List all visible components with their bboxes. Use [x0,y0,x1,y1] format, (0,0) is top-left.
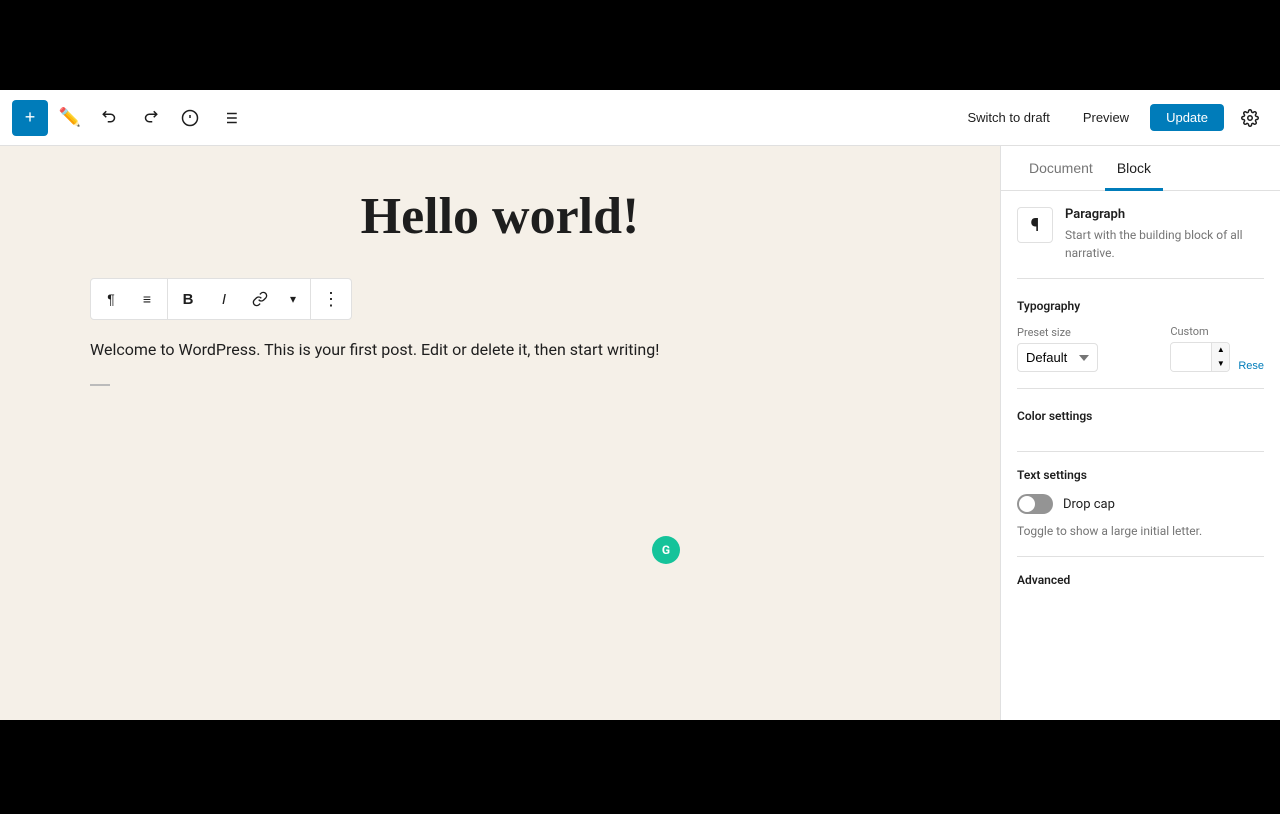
font-size-left: Preset size Default Small Normal Medium … [1017,326,1162,372]
main-layout: Hello world! ¶ ≡ B I [0,146,1280,720]
custom-size-input[interactable] [1171,344,1211,371]
redo-icon [141,109,159,127]
preset-size-select[interactable]: Default Small Normal Medium Large [1017,343,1098,372]
drop-cap-row: Drop cap [1017,494,1264,514]
update-button[interactable]: Update [1150,104,1224,131]
format-group-paragraph: ¶ ≡ [91,279,168,319]
advanced-section: Advanced [1017,573,1264,587]
spin-down-button[interactable]: ▼ [1212,357,1229,371]
chevron-down-icon: ▾ [290,292,296,306]
bold-button[interactable]: B [170,281,206,317]
info-icon [181,109,199,127]
font-size-right: Custom ▲ ▼ Rese [1170,325,1264,372]
settings-button[interactable] [1232,100,1268,136]
sidebar-content: ¶ Paragraph Start with the building bloc… [1001,191,1280,619]
block-info-description: Start with the building block of all nar… [1065,226,1264,262]
format-group-more: ⋮ [311,279,351,319]
tab-block[interactable]: Block [1105,146,1163,191]
toolbar-left: + ✏️ [12,100,951,136]
add-block-line [90,384,110,386]
custom-size-input-wrap: ▲ ▼ [1170,342,1230,372]
reset-size-button[interactable]: Rese [1238,360,1264,372]
format-group-text: B I ▾ [168,279,311,319]
link-button[interactable] [242,281,278,317]
add-block-button[interactable]: + [12,100,48,136]
custom-size-spin: ▲ ▼ [1211,343,1229,371]
block-icon: ¶ [1017,207,1053,243]
sidebar: Document Block ¶ Paragraph Start with th… [1000,146,1280,720]
align-icon: ≡ [143,291,151,307]
editor-area[interactable]: Hello world! ¶ ≡ B I [0,146,1000,720]
format-toolbar: ¶ ≡ B I ▾ [90,278,352,320]
tab-document[interactable]: Document [1017,146,1105,191]
top-black-bar [0,0,1280,90]
link-icon [252,291,268,307]
paragraph-icon: ¶ [107,291,115,307]
list-icon [221,109,239,127]
tools-icon: ✏️ [59,107,81,128]
drop-cap-toggle[interactable] [1017,494,1053,514]
details-button[interactable] [172,100,208,136]
preset-size-label: Preset size [1017,326,1162,339]
undo-button[interactable] [92,100,128,136]
text-settings-title: Text settings [1017,468,1264,482]
advanced-section-title: Advanced [1017,573,1264,587]
block-info-title: Paragraph [1065,207,1264,222]
color-settings-title: Color settings [1017,409,1264,423]
redo-button[interactable] [132,100,168,136]
font-size-controls: Preset size Default Small Normal Medium … [1017,325,1264,372]
paragraph-block[interactable]: Welcome to WordPress. This is your first… [90,336,910,363]
tools-button[interactable]: ✏️ [52,100,88,136]
editor-content: Hello world! ¶ ≡ B I [90,186,910,386]
block-info: ¶ Paragraph Start with the building bloc… [1017,207,1264,279]
toggle-track[interactable] [1017,494,1053,514]
bottom-black-bar [0,720,1280,814]
custom-size-label: Custom [1170,325,1230,338]
drop-cap-description: Toggle to show a large initial letter. [1017,522,1264,540]
list-view-button[interactable] [212,100,248,136]
text-settings-section: Text settings Drop cap Toggle to show a … [1017,468,1264,557]
toolbar: + ✏️ Switch to draft Preview Update [0,90,1280,146]
add-block-indicator [90,384,910,386]
paragraph-block-icon: ¶ [1031,215,1040,236]
typography-section-title: Typography [1017,299,1264,313]
italic-button[interactable]: I [206,281,242,317]
preview-button[interactable]: Preview [1070,103,1142,132]
undo-icon [101,109,119,127]
color-settings-section: Color settings [1017,409,1264,452]
switch-to-draft-button[interactable]: Switch to draft [955,104,1061,131]
toolbar-right: Switch to draft Preview Update [955,100,1268,136]
toggle-knob [1019,496,1035,512]
more-options-button[interactable]: ⋮ [313,281,349,317]
align-button[interactable]: ≡ [129,281,165,317]
typography-section: Typography Preset size Default Small Nor… [1017,299,1264,389]
block-info-text: Paragraph Start with the building block … [1065,207,1264,262]
gear-icon [1241,109,1259,127]
grammarly-icon: G [652,536,680,564]
add-icon: + [25,107,36,128]
paragraph-icon-button[interactable]: ¶ [93,281,129,317]
sidebar-tabs: Document Block [1001,146,1280,191]
format-dropdown-button[interactable]: ▾ [278,281,308,317]
spin-up-button[interactable]: ▲ [1212,343,1229,357]
post-title[interactable]: Hello world! [90,186,910,248]
ellipsis-icon: ⋮ [322,289,340,310]
custom-size-wrap: Custom ▲ ▼ [1170,325,1230,372]
drop-cap-label: Drop cap [1063,497,1115,512]
